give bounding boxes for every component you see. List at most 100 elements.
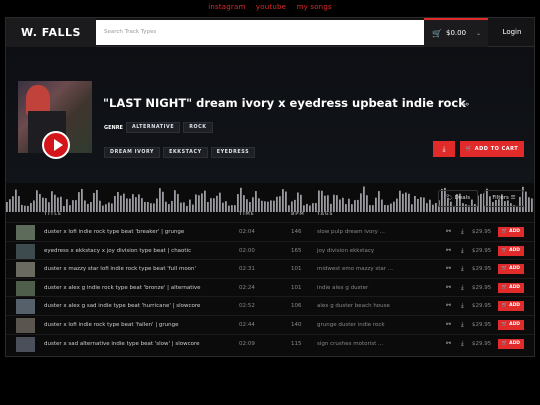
tag[interactable]: DREAM IVORY — [104, 147, 161, 158]
share-icon[interactable]: ⚯ — [446, 340, 451, 347]
tag[interactable]: EYEDRESS — [210, 147, 256, 158]
track-name[interactable]: duster x lofi indie rock type beat 'brea… — [44, 229, 184, 235]
table-row[interactable]: duster x lofi indie rock type beat 'fall… — [6, 314, 534, 334]
download-icon[interactable]: ⤓ — [461, 321, 464, 329]
track-price: $29.95 — [472, 229, 492, 235]
tag[interactable]: EKKSTACY — [163, 147, 208, 158]
youtube-link[interactable]: youtube — [256, 3, 286, 11]
track-thumbnail[interactable] — [16, 262, 35, 278]
track-time: 02:00 — [239, 247, 255, 254]
store-frame: W. FALLS Search Track Types 🛒 $0.00 ⌄ Lo… — [5, 17, 535, 357]
login-button[interactable]: Login — [488, 18, 534, 47]
track-time: 02:24 — [239, 284, 255, 291]
add-button[interactable]: 🛒 ADD — [498, 338, 524, 349]
track-name[interactable]: duster x alex g sad indie type beat 'hur… — [44, 303, 200, 309]
track-tags[interactable]: sign crushes motorist ... — [317, 341, 383, 347]
track-tags[interactable]: alex g duster beach house — [317, 303, 390, 309]
col-title: TITLE — [44, 212, 62, 217]
track-thumbnail[interactable] — [16, 299, 35, 315]
col-tags: TAGS — [317, 212, 334, 217]
track-thumbnail[interactable] — [16, 317, 35, 333]
track-thumbnail[interactable] — [16, 336, 35, 352]
search-input[interactable]: Search Track Types — [96, 20, 424, 45]
cart-button[interactable]: 🛒 $0.00 ⌄ — [424, 18, 488, 47]
track-time: 02:31 — [239, 266, 255, 273]
share-icon[interactable]: ⚯ — [446, 247, 451, 254]
track-time: 02:09 — [239, 340, 255, 347]
track-thumbnail[interactable] — [16, 243, 35, 259]
share-icon[interactable]: ⚯ — [446, 265, 451, 272]
genre-tag[interactable]: ALTERNATIVE — [125, 122, 181, 133]
add-button[interactable]: 🛒 ADD — [498, 301, 524, 312]
table-row[interactable]: duster x mazzy star lofi indie rock type… — [6, 259, 534, 278]
track-name[interactable]: duster x mazzy star lofi indie rock type… — [44, 266, 196, 272]
track-time: 02:04 — [239, 229, 255, 235]
track-name[interactable]: duster x sad alternative indie type beat… — [44, 341, 200, 347]
add-button[interactable]: 🛒 ADD — [498, 319, 524, 330]
genre-label: GENRE — [104, 124, 123, 131]
track-bpm: 146 — [291, 229, 302, 235]
logo[interactable]: W. FALLS — [6, 18, 96, 47]
track-price: $29.95 — [472, 303, 492, 310]
table-row[interactable]: duster x sad alternative indie type beat… — [6, 333, 534, 353]
track-title: "LAST NIGHT" dream ivory x eyedress upbe… — [103, 96, 466, 110]
table-header: TITLE TIME BPM TAGS — [6, 208, 534, 222]
play-button[interactable] — [42, 131, 70, 159]
track-name[interactable]: eyedress x ekkstacy x joy division type … — [44, 248, 191, 254]
share-icon[interactable]: ⚯ — [446, 228, 451, 235]
download-icon[interactable]: ⤓ — [461, 247, 464, 255]
share-icon[interactable]: ⚯ — [446, 321, 451, 328]
share-icon[interactable]: ⚯ — [462, 100, 469, 109]
track-list: duster x lofi indie rock type beat 'brea… — [6, 222, 534, 353]
track-thumbnail[interactable] — [16, 280, 35, 296]
share-icon[interactable]: ⚯ — [446, 302, 451, 309]
download-icon[interactable]: ⤓ — [461, 265, 464, 273]
download-icon[interactable]: ⤓ — [461, 340, 464, 348]
track-tags[interactable]: midwest emo mazzy star ... — [317, 266, 393, 272]
download-icon[interactable]: ⤓ — [461, 228, 464, 236]
track-price: $29.95 — [472, 247, 492, 254]
download-button[interactable]: ⤓ — [433, 141, 455, 157]
track-price: $29.95 — [472, 321, 492, 328]
top-links: instagram youtube my songs — [0, 3, 540, 11]
track-tags[interactable]: joy division ekkstacy — [317, 248, 374, 254]
track-tags[interactable]: indie alex g duster — [317, 285, 368, 291]
track-tags: DREAM IVORY EKKSTACY EYEDRESS — [104, 147, 256, 158]
hero-section: "LAST NIGHT" dream ivory x eyedress upbe… — [6, 47, 534, 212]
table-row[interactable]: eyedress x ekkstacy x joy division type … — [6, 240, 534, 260]
track-price: $29.95 — [472, 284, 492, 291]
my-songs-link[interactable]: my songs — [297, 3, 332, 11]
track-thumbnail[interactable] — [16, 225, 35, 240]
track-bpm: 101 — [291, 284, 302, 291]
track-price: $29.95 — [472, 266, 492, 273]
download-icon[interactable]: ⤓ — [461, 302, 464, 310]
deals-button[interactable]: 🏷 Deals — [438, 190, 478, 207]
track-time: 02:52 — [239, 303, 255, 310]
track-bpm: 106 — [291, 303, 302, 310]
table-row[interactable]: duster x alex g sad indie type beat 'hur… — [6, 296, 534, 315]
share-icon[interactable]: ⚯ — [446, 284, 451, 291]
track-price: $29.95 — [472, 340, 492, 347]
add-button[interactable]: 🛒 ADD — [498, 282, 524, 293]
add-button[interactable]: 🛒 ADD — [498, 227, 524, 237]
track-bpm: 140 — [291, 321, 302, 328]
track-tags[interactable]: grunge duster indie rock — [317, 322, 385, 328]
table-row[interactable]: duster x lofi indie rock type beat 'brea… — [6, 222, 534, 241]
download-icon[interactable]: ⤓ — [461, 284, 464, 292]
filters-button[interactable]: Filters ☰ — [484, 190, 524, 207]
track-time: 02:44 — [239, 321, 255, 328]
add-button[interactable]: 🛒 ADD — [498, 245, 524, 256]
col-time: TIME — [239, 212, 255, 217]
table-row[interactable]: duster x alex g indie rock type beat 'br… — [6, 277, 534, 297]
add-to-cart-button[interactable]: 🛒 ADD TO CART — [460, 141, 524, 157]
instagram-link[interactable]: instagram — [208, 3, 245, 11]
genre-row: GENRE ALTERNATIVE ROCK — [104, 122, 213, 133]
add-button[interactable]: 🛒 ADD — [498, 264, 524, 275]
track-bpm: 165 — [291, 247, 302, 254]
genre-tag[interactable]: ROCK — [183, 122, 213, 133]
track-tags[interactable]: slow pulp dream ivory ... — [317, 229, 385, 235]
cart-icon: 🛒 — [432, 29, 442, 38]
track-name[interactable]: duster x lofi indie rock type beat 'fall… — [44, 322, 179, 328]
track-name[interactable]: duster x alex g indie rock type beat 'br… — [44, 285, 201, 291]
header: W. FALLS Search Track Types 🛒 $0.00 ⌄ Lo… — [6, 18, 534, 47]
